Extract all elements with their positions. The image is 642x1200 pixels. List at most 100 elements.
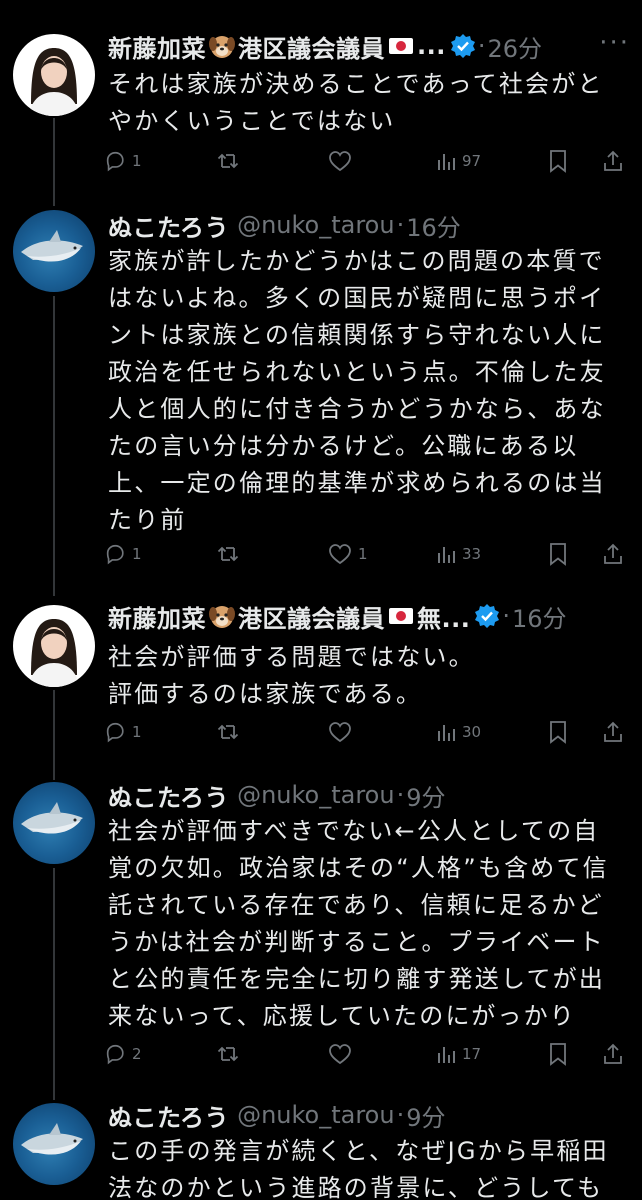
tweet-actions: 1 1 33 — [104, 539, 624, 569]
retweet-button[interactable] — [216, 717, 246, 747]
tweet-text-line: うかは社会が判断すること。プライベート — [108, 928, 605, 956]
author-handle[interactable]: @nuko_tarou — [237, 1101, 395, 1129]
separator: · — [396, 1101, 405, 1129]
author-title[interactable]: 港区議会議員 — [238, 599, 385, 634]
tweet-text: この手の発言が続くと、なぜJGから早稲田 法なのかという進路の背景に、どうしても — [108, 1133, 628, 1200]
reply-icon — [106, 151, 124, 172]
tweet-text: 社会が評価すべきでない←公人としての自 覚の欠如。政治家はその“人格”も含めて信… — [108, 813, 628, 1035]
views-icon — [438, 154, 455, 170]
author-handle[interactable]: @nuko_tarou — [237, 781, 395, 809]
reply-icon — [106, 1044, 124, 1065]
tweet-text-line: この手の発言が続くと、なぜJGから早稲田 — [108, 1137, 609, 1165]
reply-icon — [106, 722, 124, 743]
avatar[interactable] — [13, 782, 95, 864]
tweet[interactable]: 新藤加菜 港区議会議員 無... · 16分 社会が評価する問題ではない。 評価… — [0, 595, 642, 775]
tweet-actions: 1 97 — [104, 146, 624, 176]
author-title[interactable]: 港区議会議員 — [238, 29, 385, 64]
reply-button[interactable]: 1 — [104, 146, 142, 176]
share-button[interactable] — [602, 717, 624, 747]
author-handle[interactable]: @nuko_tarou — [237, 211, 395, 239]
tweet-text-line: と公的責任を完全に切り離す発送してが出 — [108, 965, 606, 993]
author-name[interactable]: ぬこたろう — [108, 778, 229, 813]
verified-badge-icon — [450, 34, 475, 58]
tweet[interactable]: ぬこたろう @nuko_tarou · 16分 家族が許したかどうかはこの問題の… — [0, 195, 642, 595]
bookmark-button[interactable] — [548, 539, 568, 569]
bookmark-icon — [550, 150, 566, 173]
retweet-icon — [217, 153, 239, 169]
retweet-button[interactable] — [216, 539, 246, 569]
tweet-actions: 1 30 — [104, 717, 624, 747]
views-button[interactable]: 97 — [436, 146, 481, 176]
share-button[interactable] — [602, 146, 624, 176]
tweet[interactable]: ぬこたろう @nuko_tarou · 9分 この手の発言が続くと、なぜJGから… — [0, 1095, 642, 1200]
share-button[interactable] — [602, 1039, 624, 1069]
tweet-text-line: 政治を任せられないという点。不倫した友 — [108, 358, 606, 386]
like-button[interactable] — [328, 1039, 358, 1069]
avatar[interactable] — [13, 34, 95, 116]
views-icon — [438, 725, 455, 741]
bookmark-button[interactable] — [548, 717, 568, 747]
avatar[interactable] — [13, 210, 95, 292]
reply-count: 1 — [132, 152, 142, 170]
reply-count: 1 — [132, 545, 142, 563]
like-button[interactable]: 1 — [328, 539, 368, 569]
views-count: 17 — [462, 1045, 482, 1063]
share-icon — [604, 543, 622, 564]
tweet-text-line: はないよね。多くの国民が疑問に思うポイ — [108, 284, 606, 312]
reply-button[interactable]: 1 — [104, 717, 142, 747]
separator: · — [396, 211, 405, 239]
tweet-text-line: 託されている存在であり、信頼に足るかど — [108, 891, 604, 919]
avatar[interactable] — [13, 1103, 95, 1185]
bookmark-button[interactable] — [548, 1039, 568, 1069]
views-button[interactable]: 33 — [436, 539, 481, 569]
views-count: 33 — [462, 545, 482, 563]
tweet-text-line: 社会が評価すべきでない←公人としての自 — [108, 817, 600, 845]
like-count: 1 — [358, 545, 368, 563]
timestamp[interactable]: 9分 — [406, 1098, 445, 1133]
author-name[interactable]: 新藤加菜 — [108, 29, 206, 64]
timestamp[interactable]: 9分 — [406, 778, 445, 813]
author-name-tail: ... — [417, 32, 446, 60]
reply-count: 2 — [132, 1045, 142, 1063]
share-icon — [604, 721, 622, 742]
japan-flag-icon — [389, 38, 413, 54]
avatar[interactable] — [13, 605, 95, 687]
like-button[interactable] — [328, 146, 358, 176]
tweet-header: ぬこたろう @nuko_tarou · 9分 — [108, 775, 632, 815]
reply-button[interactable]: 1 — [104, 539, 142, 569]
views-button[interactable]: 30 — [436, 717, 481, 747]
timestamp[interactable]: 16分 — [406, 208, 461, 243]
tweet-header: 新藤加菜 港区議会議員 ... · 26分 — [108, 26, 632, 66]
share-icon — [604, 150, 622, 171]
author-name[interactable]: ぬこたろう — [108, 1098, 229, 1133]
reply-button[interactable]: 2 — [104, 1039, 142, 1069]
like-button[interactable] — [328, 717, 358, 747]
retweet-button[interactable] — [216, 1039, 246, 1069]
tweet-text: それは家族が決めることであって社会がと やかくいうことではない — [108, 66, 628, 140]
separator: · — [502, 602, 510, 630]
share-button[interactable] — [602, 539, 624, 569]
tweet[interactable]: 新藤加菜 港区議会議員 ... · 26分 ··· それは家族が決めることであっ… — [0, 0, 642, 195]
tweet[interactable]: ぬこたろう @nuko_tarou · 9分 社会が評価すべきでない←公人として… — [0, 775, 642, 1095]
more-icon[interactable]: ··· — [599, 28, 630, 58]
tweet-text-line: やかくいうことではない — [108, 107, 396, 135]
like-icon — [329, 544, 351, 565]
bookmark-button[interactable] — [548, 146, 568, 176]
dog-emoji-icon — [209, 36, 235, 58]
retweet-icon — [217, 724, 239, 740]
timestamp[interactable]: 16分 — [512, 599, 567, 634]
like-icon — [329, 151, 351, 172]
like-icon — [329, 1044, 351, 1065]
author-name[interactable]: 新藤加菜 — [108, 599, 206, 634]
timestamp[interactable]: 26分 — [488, 29, 543, 64]
tweet-text: 社会が評価する問題ではない。 評価するのは家族である。 — [108, 639, 628, 713]
share-icon — [604, 1043, 622, 1064]
views-button[interactable]: 17 — [436, 1039, 481, 1069]
retweet-icon — [217, 546, 239, 562]
tweet-header: ぬこたろう @nuko_tarou · 9分 — [108, 1095, 632, 1135]
retweet-button[interactable] — [216, 146, 246, 176]
separator: · — [477, 32, 486, 60]
author-name[interactable]: ぬこたろう — [108, 208, 229, 243]
author-name-tail: 無... — [417, 604, 471, 633]
tweet-text-line: 上、一定の倫理的基準が求められるのは当 — [108, 469, 606, 497]
